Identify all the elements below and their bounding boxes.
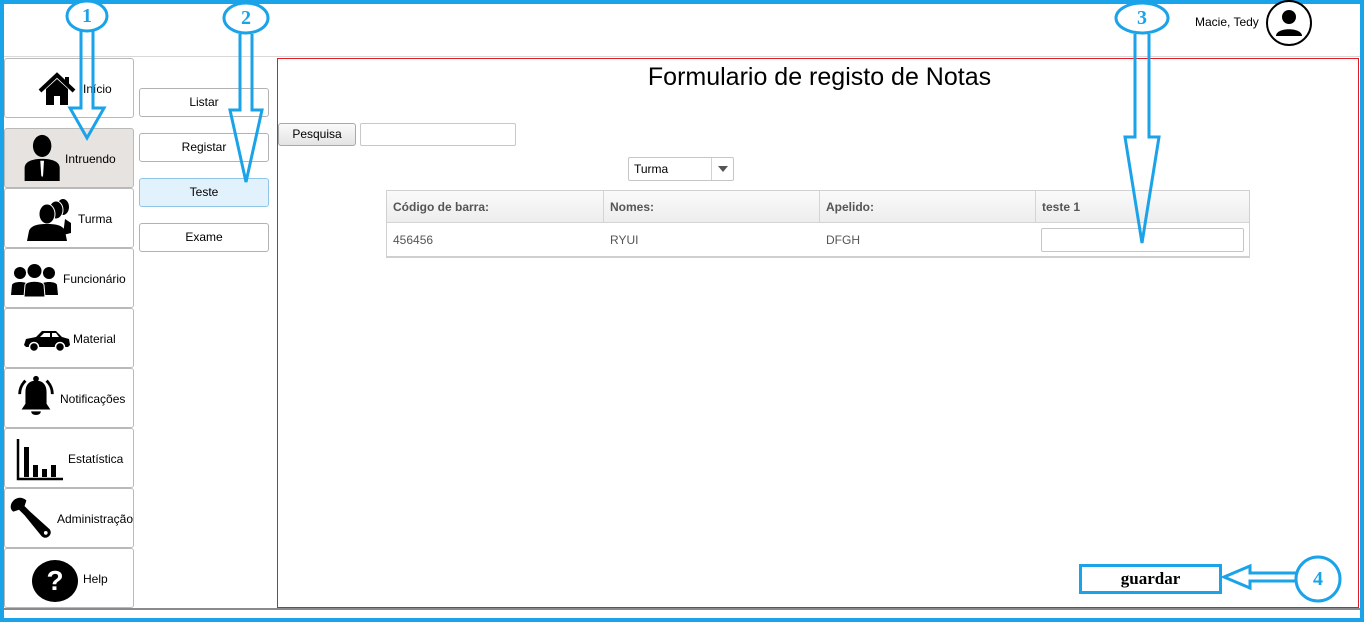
annotation-label-2: 2 [241,7,251,29]
svg-text:?: ? [46,565,63,596]
chart-icon [16,439,63,481]
cell-nome: RYUI [610,233,639,247]
submenu-listar-button[interactable]: Listar [139,88,269,117]
sidebar-item-intruendo[interactable]: Intruendo [4,128,134,188]
teste1-grade-input[interactable] [1041,228,1244,252]
car-icon [24,331,70,353]
search-button[interactable]: Pesquisa [278,123,356,146]
sidebar-item-label: Turma [78,212,113,226]
save-button[interactable]: guardar [1079,564,1222,594]
staff-icon [11,264,58,298]
annotation-label-3: 3 [1137,7,1147,29]
sidebar-item-estatistica[interactable]: Estatística [4,428,134,488]
sidebar-item-turma[interactable]: Turma [4,188,134,248]
main-panel: Formulario de registo de Notas Pesquisa … [277,58,1359,608]
sidebar-item-notificacoes[interactable]: Notificações [4,368,134,428]
sidebar-item-label: Início [83,82,112,96]
bottom-divider [4,608,1360,610]
sidebar-item-label: Estatística [68,452,124,466]
submenu-exame-button[interactable]: Exame [139,223,269,252]
sidebar-item-label: Funcionário [63,272,126,286]
annotation-label-4: 4 [1313,568,1323,590]
chevron-down-icon[interactable] [711,158,733,180]
page-title: Formulario de registo de Notas [647,63,992,91]
column-header-nomes: Nomes: [604,191,820,223]
grades-table: Código de barra: Nomes: Apelido: teste 1… [386,190,1250,258]
column-header-codigo: Código de barra: [387,191,604,223]
table-header: Código de barra: Nomes: Apelido: teste 1 [387,191,1249,223]
annotation-label-1: 1 [82,5,92,27]
submenu-teste-button[interactable]: Teste [139,178,269,207]
sidebar-item-help[interactable]: ? Help [4,548,134,608]
sidebar-item-label: Help [83,572,108,586]
sidebar-item-administracao[interactable]: Administração [4,488,134,548]
column-header-apelido: Apelido: [820,191,1036,223]
turma-select[interactable]: Turma [628,157,734,181]
user-avatar-icon[interactable] [1266,0,1312,46]
cell-codigo: 456456 [393,233,434,247]
group-icon [27,199,71,241]
student-icon [24,134,60,181]
sidebar-item-inicio[interactable]: Início [4,58,134,118]
column-header-teste1: teste 1 [1042,200,1081,214]
submenu-registar-button[interactable]: Registar [139,133,269,162]
sidebar-item-material[interactable]: Material [4,308,134,368]
cell-apelido: DFGH [826,233,860,247]
home-icon [38,72,76,105]
wrench-icon [10,497,51,538]
select-value: Turma [634,162,669,176]
sidebar-item-label: Material [73,332,116,346]
sidebar-item-label: Administração [57,512,134,526]
bell-icon [18,375,54,415]
header-divider [4,56,1360,57]
help-icon: ? [32,560,78,602]
sidebar-item-label: Notificações [60,392,126,406]
sidebar-item-label: Intruendo [65,152,116,166]
search-input[interactable] [360,123,516,146]
user-name: Macie, Tedy [1195,15,1259,29]
sidebar-item-funcionario[interactable]: Funcionário [4,248,134,308]
